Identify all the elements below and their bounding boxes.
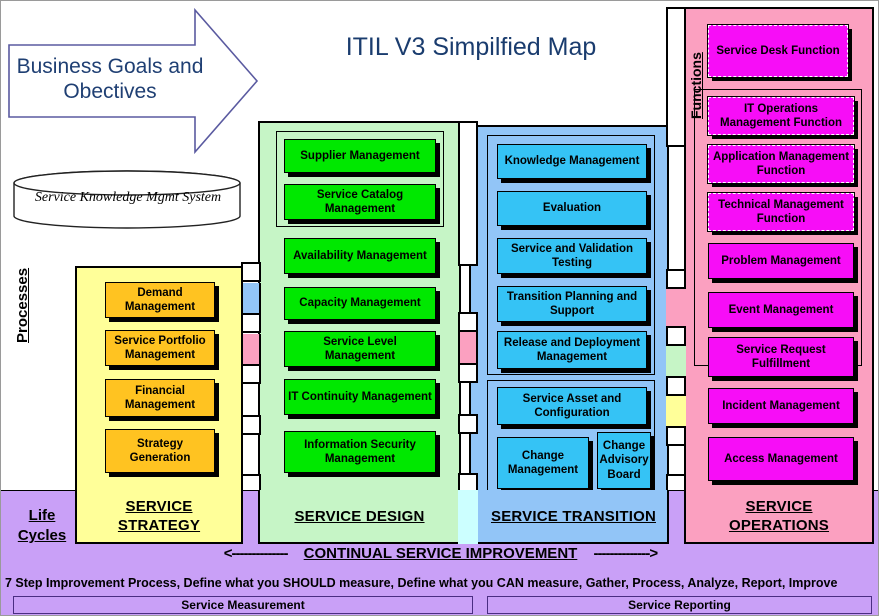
connector-square[interactable] (458, 312, 478, 332)
box-strategy-generation[interactable]: Strategy Generation (105, 429, 215, 473)
column-service-design: Supplier Management Service Catalog Mana… (258, 121, 461, 544)
business-goals-line1: Business Goals and (16, 55, 204, 78)
life-cycles-label: Life Cycles (7, 506, 77, 547)
csi-arrow-left: <-------------- (223, 545, 289, 562)
csi-arrow-right: --------------> (593, 545, 658, 562)
connector-square[interactable] (458, 363, 478, 383)
connector-band-operations (458, 332, 478, 363)
box-change-management[interactable]: Change Management (497, 437, 589, 489)
footer-title-line1: SERVICE DESIGN (294, 508, 425, 525)
box-evaluation[interactable]: Evaluation (497, 191, 647, 226)
functions-axis-label: Functions (688, 52, 704, 119)
connector-band-transition (241, 283, 261, 313)
box-capacity-management[interactable]: Capacity Management (284, 287, 436, 320)
connector-square[interactable] (241, 262, 261, 282)
footer-title-line2: STRATEGY (117, 516, 201, 534)
box-demand-management[interactable]: Demand Management (105, 282, 215, 318)
connector-square[interactable] (241, 415, 261, 435)
box-service-catalog-management[interactable]: Service Catalog Management (284, 184, 436, 220)
connector-band-operations (666, 289, 686, 326)
box-service-asset-and-configuration[interactable]: Service Asset and Configuration (497, 387, 647, 425)
box-knowledge-management[interactable]: Knowledge Management (497, 144, 647, 179)
connector-square[interactable] (666, 7, 686, 147)
footer-title-line1: SERVICE TRANSITION (490, 508, 656, 525)
itil-map-canvas: Business Goals and Obectives ITIL V3 Sim… (0, 0, 879, 616)
box-service-and-validation-testing[interactable]: Service and Validation Testing (497, 238, 647, 274)
box-change-advisory-board[interactable]: Change Advisory Board (597, 432, 651, 489)
box-access-management[interactable]: Access Management (708, 437, 854, 481)
box-transition-planning-and-support[interactable]: Transition Planning and Support (497, 286, 647, 322)
skms-label: Service Knowledge Mgmt System (34, 190, 222, 205)
box-financial-management[interactable]: Financial Management (105, 379, 215, 417)
box-incident-management[interactable]: Incident Management (708, 388, 854, 424)
footer-title-line1: SERVICE (125, 498, 193, 515)
connector-square[interactable] (666, 376, 686, 396)
box-information-security-management[interactable]: Information Security Management (284, 431, 436, 473)
connector-square[interactable] (666, 426, 686, 446)
box-release-and-deployment-management[interactable]: Release and Deployment Management (497, 331, 647, 369)
box-technical-management-function[interactable]: Technical Management Function (707, 192, 855, 232)
column-service-operations: Service Desk Function IT Operations Mana… (684, 7, 874, 544)
box-supplier-management[interactable]: Supplier Management (284, 139, 436, 173)
connector-square[interactable] (458, 414, 478, 434)
footer-title-line1: SERVICE (745, 498, 813, 515)
connector-square[interactable] (241, 364, 261, 384)
box-service-desk-function[interactable]: Service Desk Function (707, 24, 849, 78)
life-cycles-line2: Cycles (17, 527, 67, 545)
footer-title-service-strategy: SERVICE STRATEGY (75, 498, 243, 536)
box-event-management[interactable]: Event Management (708, 292, 854, 328)
footer-title-service-transition: SERVICE TRANSITION (478, 508, 669, 527)
box-it-operations-management-function[interactable]: IT Operations Management Function (707, 96, 855, 136)
csi-line: <-------------- CONTINUAL SERVICE IMPROV… (1, 545, 878, 562)
box-availability-management[interactable]: Availability Management (284, 238, 436, 274)
service-knowledge-mgmt-system: Service Knowledge Mgmt System (11, 169, 243, 231)
connector-square[interactable] (458, 121, 478, 266)
box-service-portfolio-management[interactable]: Service Portfolio Management (105, 330, 215, 366)
processes-axis-label: Processes (14, 267, 31, 343)
connector-band-operations (241, 334, 261, 364)
connector-square[interactable] (666, 326, 686, 346)
seven-step-improvement-process-text: 7 Step Improvement Process, Define what … (5, 576, 838, 590)
connector-square[interactable] (666, 269, 686, 289)
csi-title: CONTINUAL SERVICE IMPROVEMENT (303, 545, 578, 562)
business-goals-arrow: Business Goals and Obectives (7, 7, 259, 155)
page-title: ITIL V3 Simpilfied Map (345, 33, 597, 61)
box-it-continuity-management[interactable]: IT Continuity Management (284, 379, 436, 415)
life-cycles-line1: Life (28, 507, 56, 524)
footer-title-line2: OPERATIONS (728, 516, 830, 534)
business-goals-line2: Obectives (63, 79, 157, 103)
service-reporting-box[interactable]: Service Reporting (487, 596, 872, 614)
service-measurement-box[interactable]: Service Measurement (13, 596, 473, 614)
column-footer-gap (458, 490, 478, 544)
connector-band-strategy (666, 396, 686, 426)
column-service-transition: Knowledge Management Evaluation Service … (469, 125, 669, 544)
box-service-request-fulfillment[interactable]: Service Request Fulfillment (708, 337, 854, 377)
footer-title-service-design: SERVICE DESIGN (258, 508, 461, 527)
business-goals-label: Business Goals and Obectives (15, 55, 205, 105)
box-service-level-management[interactable]: Service Level Management (284, 331, 436, 367)
connector-square[interactable] (241, 313, 261, 333)
connector-band-design (666, 346, 686, 376)
box-problem-management[interactable]: Problem Management (708, 243, 854, 279)
footer-title-service-operations: SERVICE OPERATIONS (684, 498, 874, 536)
box-application-management-function[interactable]: Application Management Function (707, 144, 855, 184)
